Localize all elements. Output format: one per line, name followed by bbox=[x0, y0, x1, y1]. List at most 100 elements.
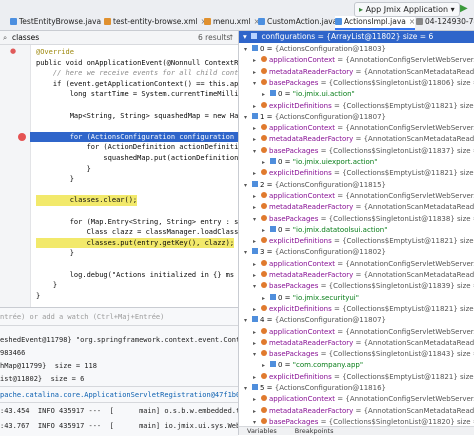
variable-row[interactable]: ▾ basePackages = {Collections$SingletonLi… bbox=[253, 146, 474, 157]
code-line[interactable]: public void onApplicationEvent(@Nonnull … bbox=[36, 58, 238, 69]
variable-row[interactable]: ▾ basePackages = {Collections$SingletonLi… bbox=[253, 349, 474, 360]
variables-root-row[interactable]: ▾ configurations = {ArrayList@11802} siz… bbox=[239, 31, 474, 43]
variable-row[interactable]: ▾ 5 = {ActionsConfiguration@11816} bbox=[244, 383, 386, 394]
chevron-right-icon[interactable]: ▸ bbox=[262, 225, 270, 236]
variable-row[interactable]: ▸ metadataReaderFactory = {AnnotationScan… bbox=[253, 270, 474, 281]
variable-row[interactable]: ▸ 0 = "com.company.app" bbox=[262, 360, 363, 371]
chevron-right-icon[interactable]: ▸ bbox=[253, 202, 261, 213]
chevron-right-icon[interactable]: ▸ bbox=[262, 157, 270, 168]
evaluate-expression-hint[interactable]: ntrée) or add a watch (Ctrl+Maj+Entrée) bbox=[0, 311, 164, 323]
variable-row[interactable]: ▾ 4 = {ActionsConfiguration@11807} bbox=[244, 315, 386, 326]
chevron-down-icon[interactable]: ▾ bbox=[253, 281, 261, 292]
variable-row[interactable]: ▸ applicationContext = {AnnotationConfigS… bbox=[253, 123, 474, 134]
variable-row[interactable]: ▾ 2 = {ActionsConfiguration@11815} bbox=[244, 180, 386, 191]
code-line[interactable]: @Override bbox=[36, 47, 74, 58]
code-line[interactable]: classes.put(entry.getKey(), clazz); bbox=[36, 237, 235, 249]
code-editor[interactable]: ● @Override public void onApplicationEven… bbox=[0, 45, 238, 307]
variable-row[interactable]: ▾ 0 = {ActionsConfiguration@11803} bbox=[244, 44, 386, 55]
variable-row[interactable]: ▾ 1 = {ActionsConfiguration@11807} bbox=[244, 112, 386, 123]
tab-4[interactable]: ActionsImpl.java × bbox=[335, 16, 416, 30]
code-line[interactable]: Map<String, String> squashedMap = new Ha… bbox=[36, 111, 238, 122]
variable-row[interactable]: ▸ 0 = "io.jmix.ui.action" bbox=[262, 89, 355, 100]
chevron-right-icon[interactable]: ▸ bbox=[253, 327, 261, 338]
variable-row[interactable]: ▾ basePackages = {Collections$SingletonLi… bbox=[253, 78, 474, 89]
variable-row[interactable]: ▾ basePackages = {Collections$SingletonLi… bbox=[253, 281, 474, 292]
chevron-down-icon[interactable]: ▾ bbox=[243, 32, 247, 41]
chevron-down-icon[interactable]: ▾ bbox=[244, 44, 252, 55]
variable-row[interactable]: ▸ metadataReaderFactory = {AnnotationScan… bbox=[253, 338, 474, 349]
chevron-down-icon[interactable]: ▾ bbox=[244, 247, 252, 258]
variable-row[interactable]: ▸ metadataReaderFactory = {AnnotationScan… bbox=[253, 67, 474, 78]
run-configuration-selector[interactable]: ▸ App Jmix Application ▾ bbox=[354, 2, 460, 17]
variable-row[interactable]: ▸ metadataReaderFactory = {AnnotationScan… bbox=[253, 202, 474, 213]
variable-row[interactable]: ▸ 0 = "io.jmix.securityui" bbox=[262, 293, 359, 304]
code-line[interactable]: squashedMap.put(actionDefinition.g bbox=[36, 153, 238, 164]
code-line[interactable]: // here we receive events for all child … bbox=[36, 68, 238, 79]
code-line[interactable]: } bbox=[36, 174, 74, 185]
variable-row[interactable]: ▸ metadataReaderFactory = {AnnotationScan… bbox=[253, 134, 474, 145]
close-icon[interactable]: × bbox=[409, 17, 415, 26]
variable-row[interactable]: ▸ metadataReaderFactory = {AnnotationScan… bbox=[253, 406, 474, 417]
override-icon[interactable]: ● bbox=[10, 47, 16, 55]
chevron-down-icon[interactable]: ▾ bbox=[244, 383, 252, 394]
code-line[interactable]: } bbox=[36, 280, 57, 291]
tab-3[interactable]: CustomAction.java× bbox=[258, 16, 347, 28]
variable-row[interactable]: ▸ explicitDefinitions = {Collections$Empt… bbox=[253, 168, 474, 179]
chevron-right-icon[interactable]: ▸ bbox=[253, 338, 261, 349]
chevron-right-icon[interactable]: ▸ bbox=[253, 304, 261, 315]
chevron-down-icon[interactable]: ▾ bbox=[244, 112, 252, 123]
chevron-right-icon[interactable]: ▸ bbox=[253, 270, 261, 281]
tab-2[interactable]: menu.xml × bbox=[204, 16, 260, 28]
chevron-right-icon[interactable]: ▸ bbox=[253, 236, 261, 247]
chevron-right-icon[interactable]: ▸ bbox=[253, 123, 261, 134]
code-line[interactable]: for (ActionDefinition actionDefinitio bbox=[36, 142, 238, 153]
variable-row[interactable]: ▸ applicationContext = {AnnotationConfigS… bbox=[253, 191, 474, 202]
variable-row[interactable]: ▾ basePackages = {Collections$SingletonLi… bbox=[253, 214, 474, 225]
code-line[interactable]: for (ActionsConfiguration configuration … bbox=[36, 132, 238, 143]
tab-5[interactable]: 04-124930-7814 bbox=[416, 16, 474, 28]
run-icon[interactable]: ▶ bbox=[460, 3, 468, 15]
variable-row[interactable]: ▸ 0 = "io.jmix.datatoolsui.action" bbox=[262, 225, 387, 236]
code-line[interactable]: } bbox=[36, 248, 74, 259]
chevron-right-icon[interactable]: ▸ bbox=[253, 101, 261, 112]
code-line[interactable]: log.debug("Actions initialized in {} ms bbox=[36, 270, 234, 281]
chevron-right-icon[interactable]: ▸ bbox=[262, 89, 270, 100]
variable-row[interactable]: ▸ 0 = "io.jmix.uiexport.action" bbox=[262, 157, 377, 168]
chevron-right-icon[interactable]: ▸ bbox=[253, 394, 261, 405]
chevron-right-icon[interactable]: ▸ bbox=[253, 55, 261, 66]
previous-occurrence-icon[interactable]: ↑ bbox=[228, 31, 234, 44]
variable-row[interactable]: ▸ applicationContext = {AnnotationConfigS… bbox=[253, 394, 474, 405]
chevron-down-icon[interactable]: ▾ bbox=[253, 146, 261, 157]
chevron-down-icon[interactable]: ▾ bbox=[253, 78, 261, 89]
chevron-right-icon[interactable]: ▸ bbox=[253, 67, 261, 78]
variable-row[interactable]: ▸ explicitDefinitions = {Collections$Empt… bbox=[253, 304, 474, 315]
variable-row[interactable]: ▸ explicitDefinitions = {Collections$Empt… bbox=[253, 236, 474, 247]
chevron-right-icon[interactable]: ▸ bbox=[253, 259, 261, 270]
code-line[interactable]: if (event.getApplicationContext() == thi… bbox=[36, 79, 238, 90]
search-input[interactable]: classes bbox=[12, 31, 112, 44]
chevron-down-icon[interactable]: ▾ bbox=[244, 180, 252, 191]
tab-1[interactable]: test-entity-browse.xml× bbox=[104, 16, 207, 28]
chevron-down-icon[interactable]: ▾ bbox=[253, 349, 261, 360]
code-line[interactable]: classes.clear(); bbox=[36, 195, 138, 206]
variable-row[interactable]: ▸ applicationContext = {AnnotationConfigS… bbox=[253, 55, 474, 66]
tab-0[interactable]: TestEntityBrowse.java× bbox=[10, 16, 110, 28]
code-line[interactable]: Class clazz = classManager.loadClass( bbox=[36, 227, 238, 238]
tab-breakpoints[interactable]: Breakpoints bbox=[295, 427, 334, 435]
chevron-right-icon[interactable]: ▸ bbox=[253, 168, 261, 179]
chevron-right-icon[interactable]: ▸ bbox=[262, 360, 270, 371]
variable-row[interactable]: ▸ applicationContext = {AnnotationConfigS… bbox=[253, 327, 474, 338]
chevron-right-icon[interactable]: ▸ bbox=[262, 293, 270, 304]
chevron-down-icon[interactable]: ▾ bbox=[253, 214, 261, 225]
variable-row[interactable]: ▸ explicitDefinitions = {Collections$Empt… bbox=[253, 101, 474, 112]
chevron-right-icon[interactable]: ▸ bbox=[253, 406, 261, 417]
code-line[interactable]: } bbox=[36, 291, 40, 302]
variable-row[interactable]: ▾ 3 = {ActionsConfiguration@11802} bbox=[244, 247, 386, 258]
variable-row[interactable]: ▸ explicitDefinitions = {Collections$Empt… bbox=[253, 372, 474, 383]
code-line[interactable]: long startTime = System.currentTimeMilli… bbox=[36, 89, 238, 100]
variable-row[interactable]: ▸ applicationContext = {AnnotationConfigS… bbox=[253, 259, 474, 270]
tab-variables[interactable]: Variables bbox=[247, 427, 277, 435]
chevron-right-icon[interactable]: ▸ bbox=[253, 372, 261, 383]
code-line[interactable]: for (Map.Entry<String, String> entry : s… bbox=[36, 217, 238, 228]
chevron-right-icon[interactable]: ▸ bbox=[253, 134, 261, 145]
